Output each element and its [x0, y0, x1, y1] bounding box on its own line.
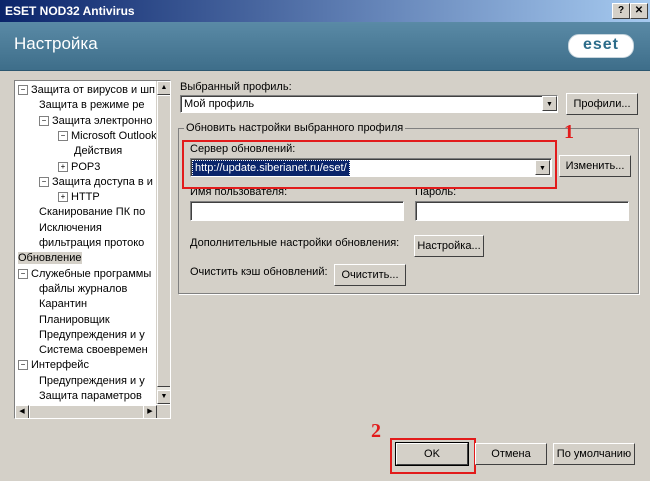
hscroll-thumb[interactable] — [29, 405, 145, 418]
collapse-icon[interactable]: − — [18, 360, 28, 371]
logo-text: eset — [582, 36, 620, 53]
tree-item-label: Сканирование ПК по — [39, 206, 146, 219]
tree-list: − Защита от вирусов и шп Защита в режиме р… — [15, 81, 157, 404]
tree-item[interactable]: Защита параметров — [39, 389, 142, 404]
tree-item-label: Действия — [74, 145, 123, 158]
scroll-corner — [157, 405, 170, 418]
tree-item-label: файлы журналов — [39, 282, 128, 295]
tree-item-label: Предупреждения и у — [39, 374, 145, 387]
tree-item-label: Служебные программы — [31, 267, 152, 280]
group-title: Обновить настройки выбранного профиля — [184, 122, 406, 134]
profile-dropdown-icon[interactable]: ▼ — [542, 96, 557, 111]
close-button[interactable]: ✕ — [630, 3, 648, 19]
help-button[interactable]: ? — [612, 3, 630, 19]
tree-item-label: Защита от вирусов и шп — [31, 84, 155, 96]
clear-cache-label: Очистить кэш обновлений: — [190, 266, 328, 278]
scroll-down-icon[interactable]: ▼ — [157, 390, 170, 404]
settings-window: ESET NOD32 Antivirus ? ✕ Настройка eset … — [0, 0, 650, 481]
clear-cache-button[interactable]: Очистить... — [334, 264, 406, 286]
tree-item[interactable]: Действия — [74, 144, 122, 159]
expand-icon[interactable]: + — [58, 161, 68, 172]
tree-item-label: Исключения — [39, 221, 102, 234]
title-bar: ESET NOD32 Antivirus ? ✕ — [0, 0, 650, 22]
tree-item-label: Microsoft Outlook — [71, 129, 157, 142]
tree-item[interactable]: Предупреждения и у — [39, 328, 145, 343]
collapse-icon[interactable]: − — [18, 85, 28, 96]
tree-item-label: Обновление — [18, 252, 82, 265]
tree-item[interactable]: − Служебные программы — [18, 267, 151, 282]
tree-item-label: Защита электронно — [52, 114, 153, 127]
tree-item[interactable]: Система своевремен — [39, 343, 148, 358]
page-title: Настройка — [14, 34, 98, 53]
tree-item-label: Интерфейс — [31, 359, 89, 372]
username-input[interactable] — [190, 201, 404, 221]
scroll-thumb[interactable] — [157, 95, 170, 387]
advanced-settings-button[interactable]: Настройка... — [414, 235, 484, 257]
tree-item[interactable]: Сканирование ПК по — [39, 205, 145, 220]
eset-logo: eset — [568, 34, 634, 58]
tree-item[interactable]: − Защита электронно — [39, 114, 152, 129]
tree-item[interactable]: + POP3 — [58, 160, 100, 175]
tree-item-label: Защита параметров — [39, 390, 142, 402]
annotation-box-1 — [182, 140, 557, 189]
tree-item-label: POP3 — [71, 160, 101, 173]
tree-horizontal-scrollbar[interactable]: ◀ ▶ — [15, 405, 157, 418]
tree-item-label: Система своевремен — [39, 344, 148, 357]
profiles-button[interactable]: Профили... — [566, 93, 638, 115]
scroll-right-icon[interactable]: ▶ — [143, 405, 157, 418]
default-button[interactable]: По умолчанию — [553, 443, 635, 465]
tree-item[interactable]: − Интерфейс — [18, 358, 89, 373]
tree-item-label: HTTP — [71, 191, 100, 204]
settings-tree: − Защита от вирусов и шп Защита в режиме р… — [14, 80, 171, 419]
tree-item[interactable]: − Защита доступа в и — [39, 175, 153, 190]
tree-item-label: фильтрация протоко — [39, 237, 145, 249]
tree-item[interactable]: − Microsoft Outlook — [58, 129, 157, 144]
profile-label: Выбранный профиль: — [180, 81, 292, 93]
profile-value: Мой профиль — [184, 98, 255, 110]
tree-item[interactable]: Планировщик — [39, 313, 110, 328]
header-banner: Настройка eset — [0, 22, 650, 71]
profile-select[interactable]: Мой профиль — [180, 95, 558, 113]
scroll-left-icon[interactable]: ◀ — [15, 405, 29, 418]
tree-item-label: Защита доступа в и — [52, 175, 153, 188]
tree-item[interactable]: фильтрация протоко — [39, 236, 144, 251]
collapse-icon[interactable]: − — [39, 115, 49, 126]
annotation-number-1: 1 — [564, 121, 574, 143]
tree-item-label: Карантин — [39, 298, 88, 311]
ok-button[interactable]: OK — [395, 442, 469, 466]
collapse-icon[interactable]: − — [39, 176, 49, 187]
tree-item-label: Планировщик — [39, 313, 110, 326]
tree-item[interactable]: + HTTP — [58, 190, 100, 205]
window-title: ESET NOD32 Antivirus — [5, 4, 135, 18]
change-button[interactable]: Изменить... — [559, 155, 631, 177]
cancel-button[interactable]: Отмена — [475, 443, 547, 465]
advanced-label: Дополнительные настройки обновления: — [190, 237, 400, 249]
annotation-number-2: 2 — [371, 420, 381, 442]
tree-vertical-scrollbar[interactable]: ▲ ▼ — [156, 81, 170, 404]
tree-item-label: Защита в режиме ре — [39, 99, 145, 112]
tree-item[interactable]: Предупреждения и у — [39, 374, 145, 389]
collapse-icon[interactable]: − — [58, 130, 68, 141]
tree-item[interactable]: Защита в режиме ре — [39, 98, 145, 113]
collapse-icon[interactable]: − — [18, 268, 28, 279]
tree-item[interactable]: файлы журналов — [39, 282, 127, 297]
tree-item[interactable]: Обновление — [18, 251, 82, 266]
tree-item[interactable]: − Защита от вирусов и шп — [18, 83, 155, 98]
tree-item-label: Предупреждения и у — [39, 328, 145, 341]
password-input[interactable] — [415, 201, 629, 221]
tree-item[interactable]: Карантин — [39, 297, 87, 312]
expand-icon[interactable]: + — [58, 192, 68, 203]
scroll-up-icon[interactable]: ▲ — [157, 81, 170, 95]
tree-item[interactable]: Исключения — [39, 221, 102, 236]
